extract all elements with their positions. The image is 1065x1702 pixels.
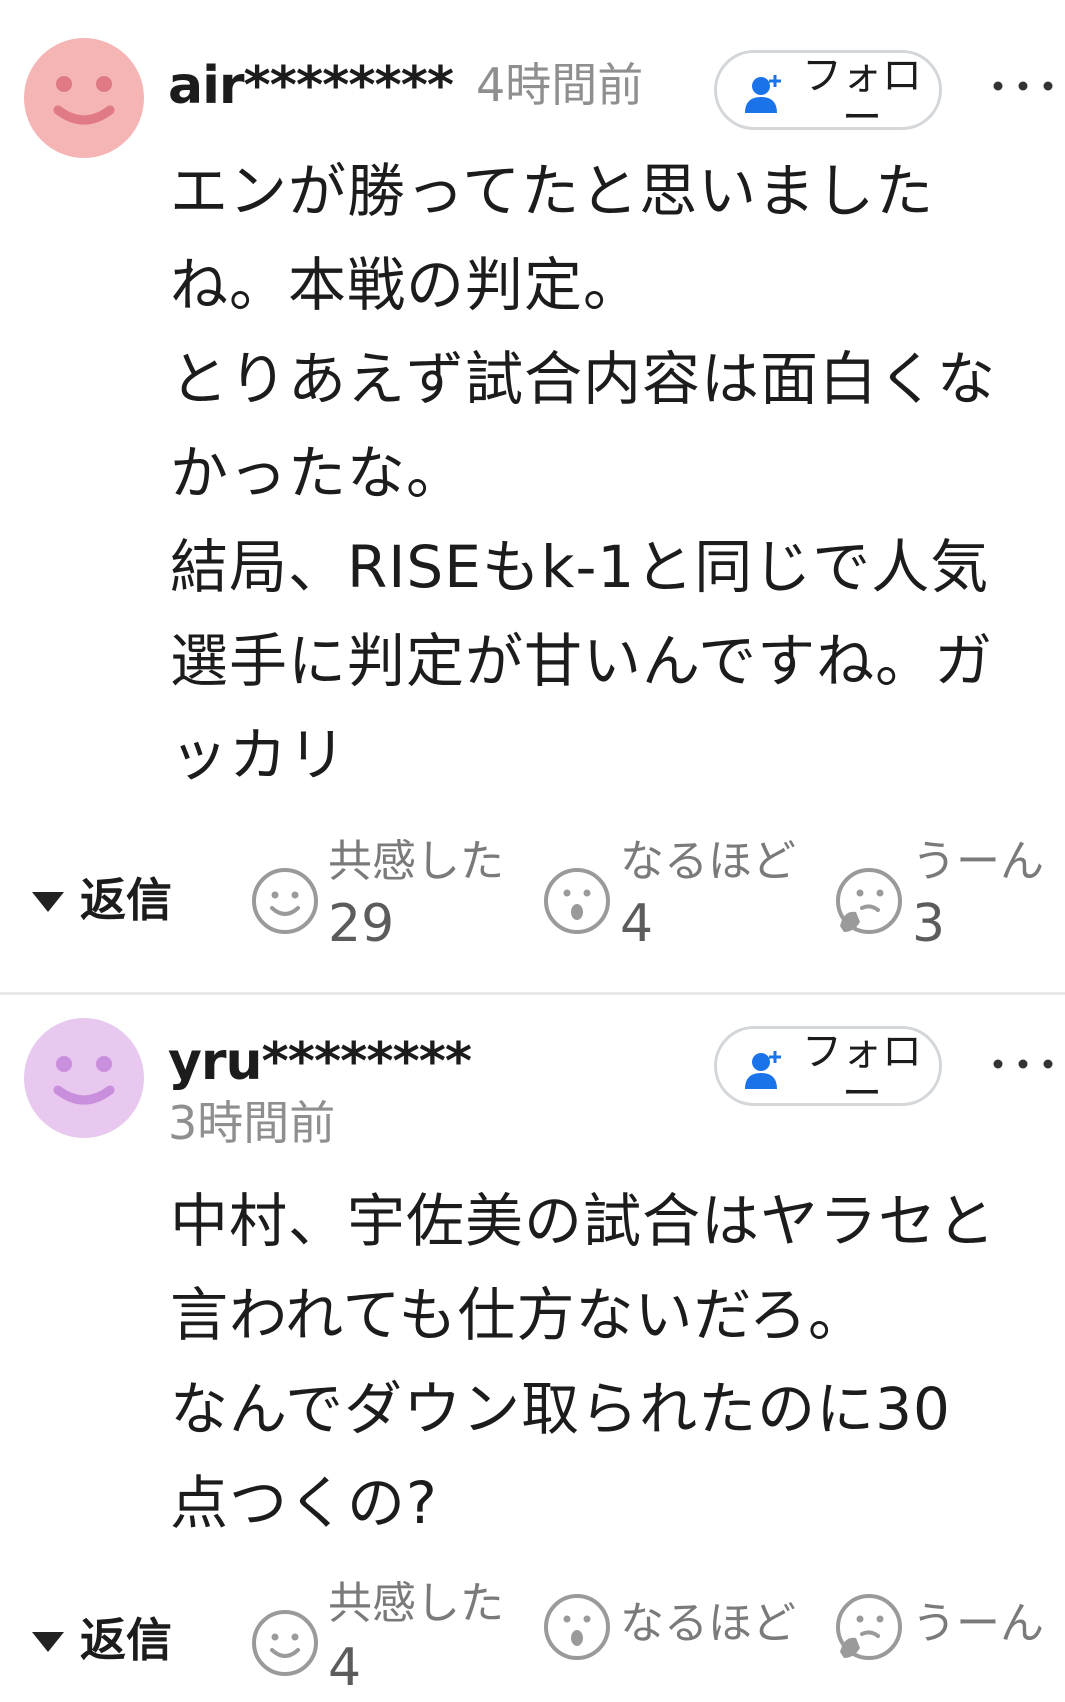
comment-card: yru******** 3時間前 フォロー 中村、宇佐美の試合はヤラセと 言われ… xyxy=(0,996,1065,1700)
smiley-avatar-icon xyxy=(24,38,144,158)
surprised-face-icon xyxy=(544,868,610,934)
smile-face-icon xyxy=(252,1610,318,1676)
more-dots-icon xyxy=(993,1059,1053,1069)
more-options-button[interactable] xyxy=(988,66,1058,106)
reaction-count: 29 xyxy=(328,894,395,954)
reaction-count: 4 xyxy=(620,894,654,954)
comment-card: air******** 4時間前 フォロー エンが勝ってたと思いました ね。本戦… xyxy=(0,0,1065,992)
more-options-button[interactable] xyxy=(988,1044,1058,1084)
thinking-face-icon xyxy=(836,1594,902,1660)
reaction-label: なるほど xyxy=(620,836,796,887)
reaction-label: 共感した xyxy=(328,836,504,887)
timestamp: 4時間前 xyxy=(476,58,644,112)
reply-label: 返信 xyxy=(80,873,172,927)
follow-label: フォロー xyxy=(802,53,922,141)
surprised-face-icon xyxy=(544,1594,610,1660)
reaction-label: 共感した xyxy=(328,1578,504,1629)
follow-label: フォロー xyxy=(802,1029,922,1117)
caret-down-icon xyxy=(32,1632,64,1652)
reaction-count: 3 xyxy=(912,894,946,954)
comment-divider xyxy=(0,992,1065,995)
reaction-label: うーん xyxy=(912,1598,1044,1649)
follow-button[interactable]: フォロー xyxy=(714,50,942,139)
add-person-icon xyxy=(745,75,781,113)
add-person-icon xyxy=(745,1051,781,1089)
more-dots-icon xyxy=(993,81,1053,91)
reaction-label: なるほど xyxy=(620,1598,796,1649)
avatar[interactable] xyxy=(24,1018,144,1138)
caret-down-icon xyxy=(32,892,64,912)
username[interactable]: air******** xyxy=(168,60,454,112)
smiley-avatar-icon xyxy=(24,1018,144,1138)
follow-button[interactable]: フォロー xyxy=(714,1026,942,1115)
timestamp: 3時間前 xyxy=(168,1096,336,1150)
reply-label: 返信 xyxy=(80,1613,172,1667)
smile-face-icon xyxy=(252,868,318,934)
comment-body: エンが勝ってたと思いました ね。本戦の判定。 とりあえず試合内容は面白くな かっ… xyxy=(170,157,997,789)
username[interactable]: yru******** xyxy=(168,1036,472,1088)
avatar[interactable] xyxy=(24,38,144,158)
comment-body: 中村、宇佐美の試合はヤラセと 言われても仕方ないだろ。 なんでダウン取られたのに… xyxy=(170,1187,997,1537)
reaction-label: うーん xyxy=(912,836,1044,887)
thinking-face-icon xyxy=(836,868,902,934)
reaction-count: 4 xyxy=(328,1638,362,1698)
